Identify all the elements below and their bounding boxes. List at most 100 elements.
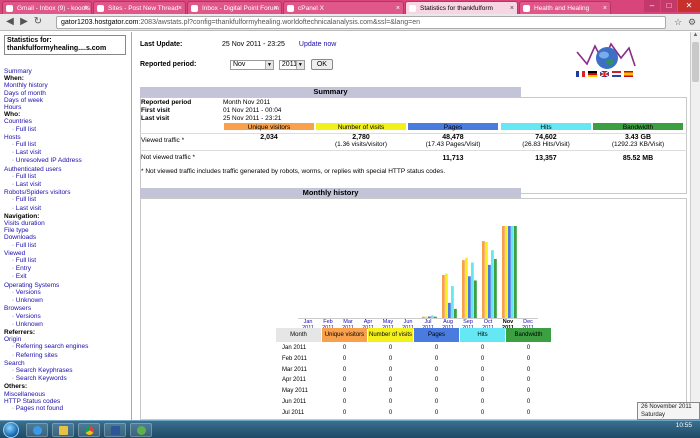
flag-nl-icon[interactable] [612, 71, 621, 77]
menu-link[interactable]: Versions [4, 313, 131, 321]
close-window-icon[interactable]: ✕ [678, 0, 700, 12]
menu-link[interactable]: Versions [4, 289, 131, 297]
menu-link[interactable]: Full list [4, 196, 131, 204]
monthly-row-month: Apr 2011 [282, 377, 306, 384]
menu-link[interactable]: Referring sites [4, 352, 131, 360]
last-update-label: Last Update: [140, 41, 183, 48]
menu-link[interactable]: Days of month [4, 90, 131, 97]
close-tab-icon[interactable]: × [274, 2, 278, 14]
menu-link[interactable]: Full list [4, 126, 131, 134]
menu-link[interactable]: Search Keywords [4, 375, 131, 383]
chart-bar [448, 302, 451, 318]
menu-link[interactable]: Search [4, 360, 131, 367]
menu-link[interactable]: Visits duration [4, 220, 131, 227]
browser-tab[interactable]: Health and Healing × [519, 1, 611, 14]
menu-link[interactable]: Unresolved IP Address [4, 157, 131, 165]
back-icon[interactable]: ◀ [4, 16, 16, 28]
ok-button[interactable]: OK [310, 59, 333, 70]
wrench-icon[interactable]: ⚙ [686, 16, 698, 28]
chart-bar [511, 226, 514, 318]
close-tab-icon[interactable]: × [510, 2, 514, 14]
scrollbar-thumb[interactable] [692, 42, 699, 82]
menu-link[interactable]: Exit [4, 273, 131, 281]
menu-link[interactable]: Full list [4, 242, 131, 250]
monthly-row-cell: 0 [480, 345, 485, 351]
menu-link[interactable]: Miscellaneous [4, 391, 131, 398]
page-scrollbar[interactable]: ▲ ▼ [690, 32, 700, 420]
month-select[interactable]: Nov ▼ [229, 59, 274, 70]
star-icon[interactable]: ☆ [672, 16, 684, 28]
forward-icon[interactable]: ▶ [18, 16, 30, 28]
menu-link[interactable]: Monthly history [4, 82, 131, 89]
menu-link[interactable]: Last visit [4, 149, 131, 157]
menu-link[interactable]: Full list [4, 257, 131, 265]
menu-link[interactable]: Browsers [4, 305, 131, 312]
menu-link[interactable]: Unknown [4, 321, 131, 329]
update-now-link[interactable]: Update now [299, 41, 336, 48]
monthly-table-header: Number of visits [368, 328, 413, 342]
menu-link[interactable]: Authenticated users [4, 166, 131, 173]
menu-link[interactable]: Operating Systems [4, 282, 131, 289]
close-tab-icon[interactable]: × [396, 2, 400, 14]
browser-tab[interactable]: Inbox - Digital Point Forum × [187, 1, 282, 14]
menu-link[interactable]: Entry [4, 265, 131, 273]
maximize-icon[interactable]: □ [661, 0, 677, 12]
minimize-icon[interactable]: – [644, 0, 660, 12]
address-bar[interactable]: gator1203.hostgator.com:2083/awstats.pl?… [56, 16, 666, 29]
menu-link[interactable]: Days of week [4, 97, 131, 104]
menu-link[interactable]: Pages not found [4, 405, 131, 413]
monthly-row-cell: 0 [480, 355, 485, 362]
menu-link[interactable]: Search Keyphrases [4, 367, 131, 375]
menu-link[interactable]: Full list [4, 141, 131, 149]
ie-taskbar-icon[interactable] [26, 423, 48, 437]
reported-period-summary-label: Reported period [141, 99, 192, 106]
monthly-row-cell: 0 [388, 388, 393, 395]
year-select-value: 2011 [281, 60, 297, 68]
chart-bar [491, 250, 494, 318]
chart-bar [451, 286, 454, 318]
flag-fr-icon[interactable] [576, 71, 585, 77]
menu-link[interactable]: HTTP Status codes [4, 398, 131, 405]
chart-bar [425, 316, 428, 318]
browser-tab[interactable]: Gmail - Inbox (9) - koools × [2, 1, 92, 14]
menu-link[interactable]: File type [4, 227, 131, 234]
menu-link[interactable]: Viewed [4, 250, 131, 257]
browser-tab[interactable]: cPanel X × [283, 1, 404, 14]
flag-es-icon[interactable] [624, 71, 633, 77]
menu-link[interactable]: Summary [4, 68, 131, 75]
scroll-up-icon[interactable]: ▲ [691, 32, 700, 40]
flag-uk-icon[interactable] [600, 71, 609, 77]
menu-link[interactable]: Hours [4, 104, 131, 111]
browser-tab[interactable]: Statistics for thankfulform × [405, 1, 518, 14]
browser-tab[interactable]: Sites - Post New Thread × [93, 1, 186, 14]
menu-link[interactable]: Hosts [4, 134, 131, 141]
close-tab-icon[interactable]: × [84, 2, 88, 14]
menu-link[interactable]: Downloads [4, 234, 131, 241]
system-clock[interactable]: 10:55 [676, 422, 692, 430]
folder-taskbar-icon[interactable] [52, 423, 74, 437]
year-select[interactable]: 2011 ▼ [278, 59, 305, 70]
menu-section-heading: Navigation: [4, 212, 40, 220]
menu-link[interactable]: Last visit [4, 205, 131, 213]
reload-icon[interactable]: ↻ [32, 16, 44, 28]
menu-link[interactable]: Unknown [4, 297, 131, 305]
monthly-row-cell: 0 [480, 377, 485, 384]
menu-link[interactable]: Full list [4, 173, 131, 181]
close-tab-icon[interactable]: × [178, 2, 182, 14]
menu-link[interactable]: Origin [4, 336, 131, 343]
menu-link[interactable]: Robots/Spiders visitors [4, 189, 131, 196]
address-host: gator1203.hostgator.com [61, 19, 139, 26]
chrome-taskbar-icon[interactable] [78, 423, 100, 437]
chart-bar [442, 274, 445, 318]
start-button[interactable] [3, 422, 19, 438]
close-tab-icon[interactable]: × [603, 2, 607, 14]
app-taskbar-icon[interactable] [130, 423, 152, 437]
date-tooltip: 26 November 2011 Saturday [637, 402, 700, 420]
flag-de-icon[interactable] [588, 71, 597, 77]
menu-link[interactable]: Last visit [4, 181, 131, 189]
chart-bar [494, 258, 497, 318]
menu-link[interactable]: Countries [4, 118, 131, 125]
viewed-traffic-cell: 2,780 (1.36 visits/visitor) [315, 134, 407, 148]
menu-link[interactable]: Referring search engines [4, 343, 131, 351]
word-taskbar-icon[interactable] [104, 423, 126, 437]
